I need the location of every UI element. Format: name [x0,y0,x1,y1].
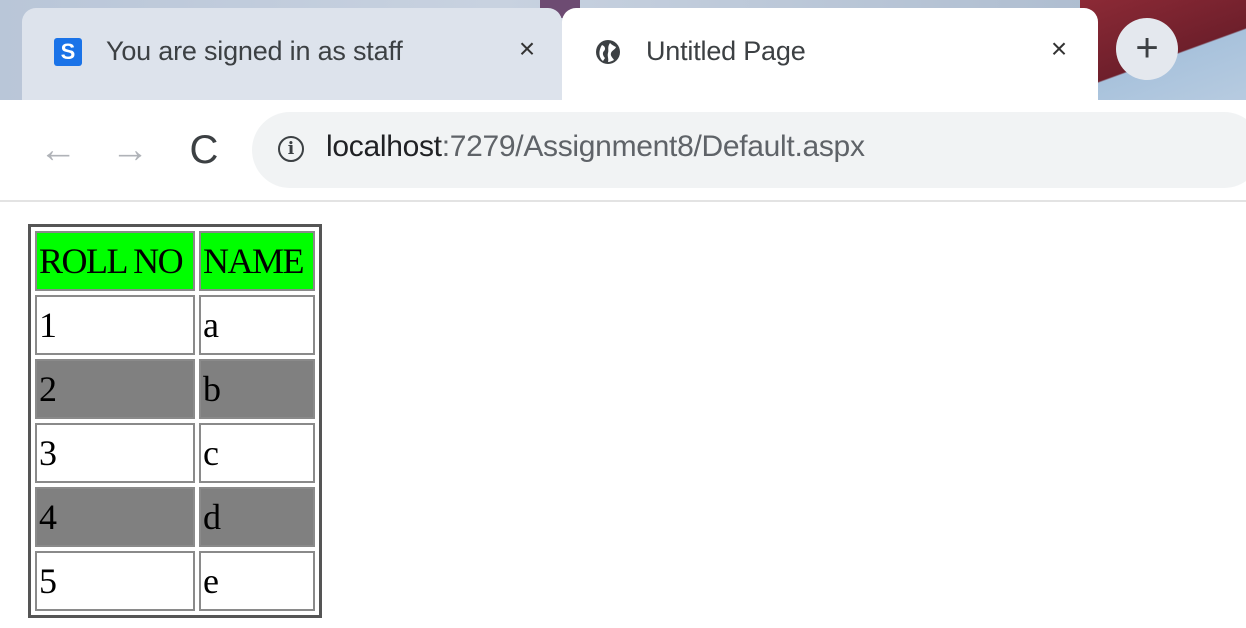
cell-name: a [199,295,315,355]
table-row: 4 d [35,487,315,547]
address-bar[interactable]: i localhost:7279/Assignment8/Default.asp… [252,112,1246,188]
table-row: 5 e [35,551,315,611]
cell-roll-no: 3 [35,423,195,483]
browser-toolbar: ← → C i localhost:7279/Assignment8/Defau… [0,100,1246,202]
info-icon[interactable]: i [278,136,304,162]
url-path: :7279/Assignment8/Default.aspx [441,130,865,163]
cell-name: d [199,487,315,547]
url-host: localhost [326,130,442,163]
cell-name: c [199,423,315,483]
tab-untitled-page[interactable]: Untitled Page × [562,8,1098,100]
close-icon[interactable]: × [1044,34,1074,64]
globe-icon [596,40,620,64]
reload-icon[interactable]: C [180,126,228,174]
cell-roll-no: 5 [35,551,195,611]
back-icon[interactable]: ← [34,126,82,174]
close-icon[interactable]: × [512,34,542,64]
header-name: NAME [199,231,315,291]
cell-roll-no: 2 [35,359,195,419]
header-row: ROLL NO NAME [35,231,315,291]
table-row: 1 a [35,295,315,355]
forward-icon[interactable]: → [106,126,154,174]
url-text[interactable]: localhost:7279/Assignment8/Default.aspx [326,130,865,164]
tab-strip: S You are signed in as staff × Untitled … [0,0,1246,100]
table-row: 3 c [35,423,315,483]
page-content: ROLL NO NAME 1 a 2 b 3 c 4 d 5 e [0,202,1246,628]
site-s-icon: S [54,38,82,66]
cell-name: b [199,359,315,419]
tab-title: Untitled Page [646,36,806,66]
data-grid: ROLL NO NAME 1 a 2 b 3 c 4 d 5 e [28,224,322,618]
table-row: 2 b [35,359,315,419]
tab-signed-in-staff[interactable]: S You are signed in as staff × [22,8,562,100]
new-tab-button[interactable]: + [1116,18,1178,80]
cell-roll-no: 1 [35,295,195,355]
cell-roll-no: 4 [35,487,195,547]
cell-name: e [199,551,315,611]
header-roll-no: ROLL NO [35,231,195,291]
tab-title: You are signed in as staff [106,36,403,66]
